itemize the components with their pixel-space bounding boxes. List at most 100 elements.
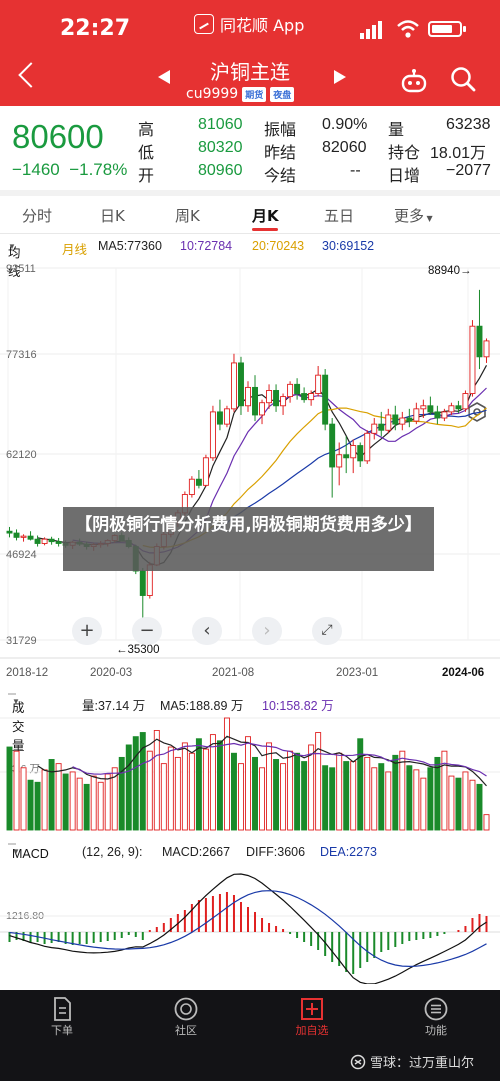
label-high: 高 xyxy=(138,122,155,139)
ma30-value: 30:69152 xyxy=(322,239,375,253)
top-header: 22:27 同花顺 App 沪铜主连 cu9999 期货 夜盘 xyxy=(0,0,500,106)
y-tick-label: 31729 xyxy=(6,635,37,647)
nav-order-label: 下单 xyxy=(51,1024,73,1037)
macd-indicator-select[interactable]: MACD ▼ xyxy=(8,843,49,861)
pan-right-button[interactable]: › xyxy=(252,617,282,645)
candle-body xyxy=(280,396,287,407)
volume-bar xyxy=(420,777,427,831)
candle-body xyxy=(139,570,146,596)
volume-bar xyxy=(476,783,483,831)
nav-functions[interactable]: 功能 xyxy=(396,990,476,1050)
volume-bar xyxy=(167,746,174,831)
candle-body xyxy=(448,405,455,413)
candle-body xyxy=(455,405,462,410)
candle-body xyxy=(462,393,469,410)
nav-add-watchlist-label: 加自选 xyxy=(295,1024,329,1037)
zoom-out-button[interactable]: − xyxy=(132,617,162,645)
volume-bar xyxy=(209,734,216,831)
x-tick-label: 2018-12 xyxy=(6,667,48,679)
quote-panel: 80600 −1460 −1.78% 高 81060 振幅 0.90% 量 63… xyxy=(0,106,500,190)
volume-bar xyxy=(364,756,371,831)
zoom-in-button[interactable]: + xyxy=(72,617,102,645)
app-indicator[interactable]: 同花顺 App xyxy=(194,12,304,36)
volume-chart: 23.6 万 xyxy=(0,717,500,831)
volume-bar xyxy=(90,775,97,831)
night-badge: 夜盘 xyxy=(270,86,295,102)
candle-body xyxy=(385,414,392,431)
volume-bar xyxy=(245,736,251,831)
tab-more[interactable]: 更多 ▼ xyxy=(394,205,433,226)
macd-legend: MACD ▼ (12, 26, 9): MACD:2667 DIFF:3606 … xyxy=(0,842,500,864)
tab-monthly-k[interactable]: 月K xyxy=(252,205,279,226)
app-logo-icon xyxy=(194,14,214,34)
volume-bar xyxy=(469,779,476,831)
search-icon[interactable] xyxy=(450,66,476,92)
candle-body xyxy=(41,538,48,544)
candle-body xyxy=(252,386,258,416)
volume-bar xyxy=(462,771,469,831)
label-volume: 量 xyxy=(388,122,405,139)
value-settle: -- xyxy=(350,162,361,179)
candle-body xyxy=(259,402,266,416)
volume-bar xyxy=(146,750,153,831)
volume-bar xyxy=(427,767,434,831)
volume-bar xyxy=(448,775,455,831)
battery-icon xyxy=(428,21,462,37)
candle-body xyxy=(209,411,216,459)
tab-five-day[interactable]: 五日 xyxy=(324,205,354,226)
volume-bar xyxy=(62,773,69,831)
tab-weekly-k[interactable]: 周K xyxy=(175,205,200,226)
fullscreen-button[interactable]: ⤢ xyxy=(312,617,342,645)
candle-body xyxy=(378,423,385,431)
article-title-overlay: 【阴极铜行情分析费用,阴极铜期货费用多少】 xyxy=(63,507,434,571)
label-daily-change: 日增 xyxy=(388,168,421,185)
value-low: 80320 xyxy=(198,139,243,156)
volume-bar xyxy=(118,756,125,831)
ma5-value: MA5:77360 xyxy=(98,239,162,253)
candle-body xyxy=(420,405,427,410)
candle-body xyxy=(413,408,420,422)
tab-intraday[interactable]: 分时 xyxy=(22,205,52,226)
menu-icon xyxy=(424,997,448,1021)
volume-bar xyxy=(160,763,167,831)
volume-bar xyxy=(273,759,280,831)
volume-bar xyxy=(174,756,181,831)
nav-add-watchlist[interactable]: 加自选 xyxy=(272,990,352,1050)
tab-daily-k[interactable]: 日K xyxy=(100,205,125,226)
robot-assistant-icon[interactable] xyxy=(400,68,428,94)
volume-bar xyxy=(230,752,237,831)
volume-bar xyxy=(406,765,413,831)
volume-bar xyxy=(216,740,223,831)
volume-ma5: MA5:188.89 万 xyxy=(160,699,244,713)
high-annotation: 88940→ xyxy=(428,265,471,277)
volume-indicator-select[interactable]: 成交量 ▼ xyxy=(8,693,25,753)
x-tick-label: 2020-03 xyxy=(90,667,132,679)
value-high: 81060 xyxy=(198,116,243,133)
volume-bar xyxy=(97,781,104,831)
volume-bar xyxy=(48,759,55,831)
volume-legend: 成交量 ▼ 量:37.14 万 MA5:188.89 万 10:158.82 万 xyxy=(0,692,500,753)
nav-community[interactable]: 社区 xyxy=(146,990,226,1050)
tab-more-label: 更多 xyxy=(394,207,425,225)
candle-body xyxy=(230,362,237,410)
volume-bar xyxy=(20,767,27,831)
snowball-logo-icon xyxy=(350,1054,366,1069)
volume-bar xyxy=(27,779,34,831)
candle-body xyxy=(27,535,34,540)
ma20-value: 20:70243 xyxy=(252,239,305,253)
volume-bar xyxy=(153,729,160,831)
battery-cap xyxy=(463,26,466,32)
volume-bar xyxy=(41,769,48,831)
volume-bar xyxy=(55,763,62,831)
futures-badge: 期货 xyxy=(242,86,267,102)
label-amplitude: 振幅 xyxy=(264,122,297,139)
volume-bar xyxy=(83,783,90,831)
candle-body xyxy=(483,340,490,358)
pan-left-button[interactable]: ‹ xyxy=(192,617,222,645)
nav-community-label: 社区 xyxy=(175,1024,197,1037)
candle-body xyxy=(266,390,273,404)
nav-functions-label: 功能 xyxy=(425,1024,447,1037)
volume-bar xyxy=(188,752,195,831)
nav-order[interactable]: 下单 xyxy=(22,990,102,1050)
x-tick-label: 2024-06 xyxy=(442,667,484,679)
